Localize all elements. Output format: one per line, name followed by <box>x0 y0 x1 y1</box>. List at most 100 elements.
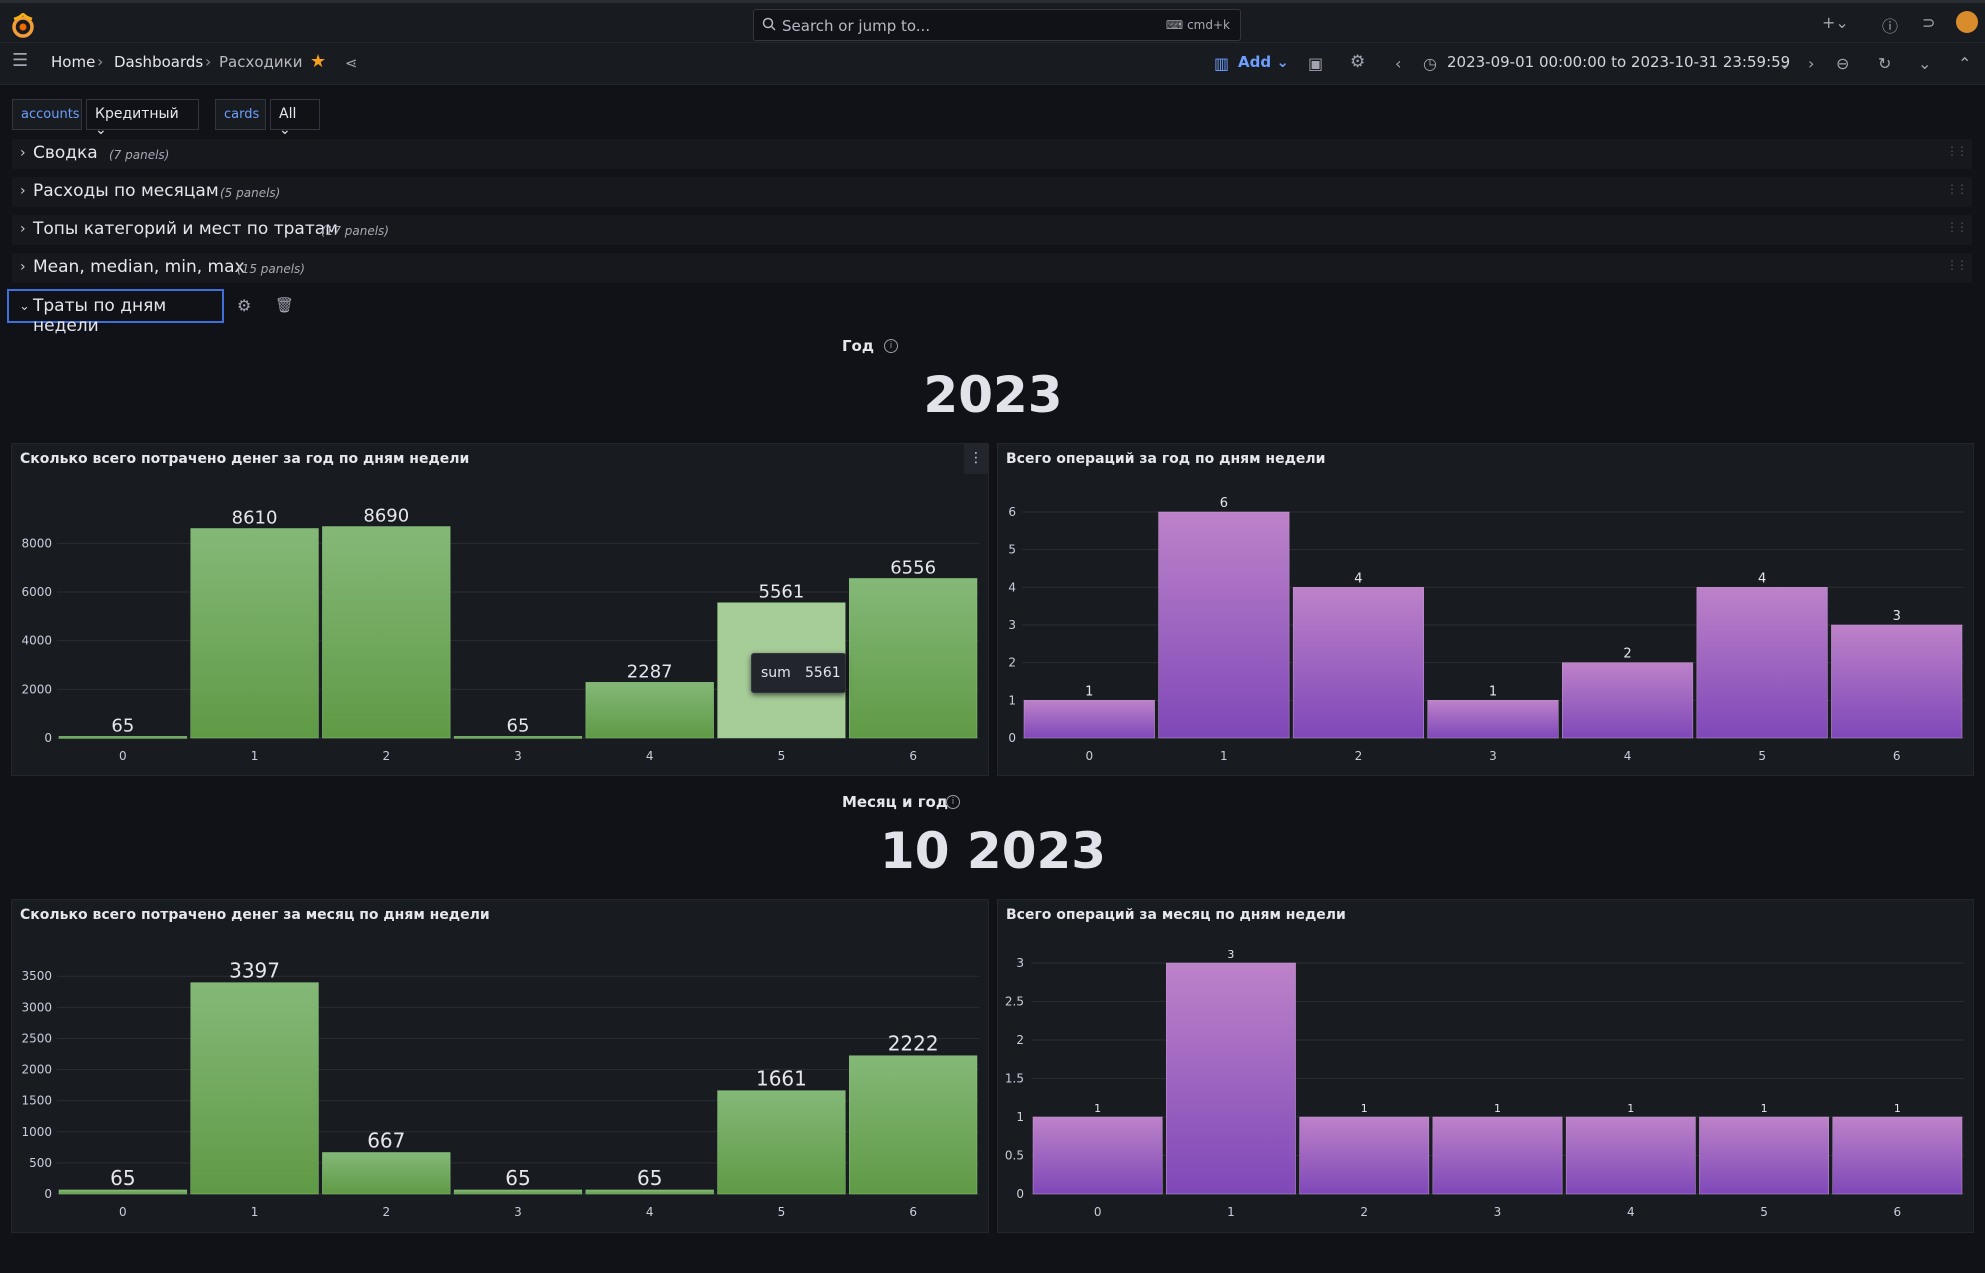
x-tick-label: 3 <box>1489 749 1497 763</box>
settings-gear-icon[interactable]: ⚙ <box>1350 52 1365 72</box>
stat-year-title: Год <box>842 337 874 355</box>
y-tick-label: 0 <box>1008 731 1016 745</box>
data-label: 2222 <box>888 1032 939 1056</box>
x-tick-label: 0 <box>119 749 127 763</box>
bar <box>1166 962 1296 1195</box>
y-tick-label: 2 <box>1016 1033 1024 1047</box>
time-range-picker[interactable]: 2023-09-01 00:00:00 to 2023-10-31 23:59:… <box>1447 53 1790 71</box>
data-label: 3397 <box>229 959 280 983</box>
clock-icon: ◷ <box>1423 54 1437 73</box>
variable-accounts-label: accounts <box>12 99 82 130</box>
data-label: 1 <box>1361 1102 1368 1115</box>
news-feed-icon[interactable]: ⊃ <box>1922 13 1935 32</box>
chevron-down-icon[interactable]: ⌄ <box>1778 54 1791 73</box>
panel-month-count-by-weekday[interactable]: Всего операций за месяц по дням недели 0… <box>997 899 1974 1233</box>
x-tick-label: 6 <box>1894 1205 1902 1219</box>
bar <box>190 982 319 1195</box>
drag-handle-icon[interactable]: ⋮⋮ <box>1946 220 1968 234</box>
x-tick-label: 6 <box>909 1205 917 1219</box>
collapse-chevron-up-icon[interactable]: ⌃ <box>1958 54 1971 73</box>
y-tick-label: 0.5 <box>1005 1149 1024 1163</box>
data-label: 3 <box>1893 609 1901 624</box>
breadcrumb-current: Расходики <box>219 53 303 71</box>
row-title: Mean, median, min, max <box>33 257 245 277</box>
panel-year-sum-by-weekday[interactable]: Сколько всего потрачено денег за год по … <box>11 443 989 776</box>
data-label: 2 <box>1623 647 1631 662</box>
breadcrumb-dashboards[interactable]: Dashboards <box>114 53 203 71</box>
help-icon[interactable]: ⓘ <box>1882 13 1898 37</box>
row-title: Траты по дням недели <box>33 296 167 336</box>
x-tick-label: 5 <box>778 749 786 763</box>
data-label: 4 <box>1758 571 1766 586</box>
info-icon[interactable]: i <box>884 339 898 353</box>
drag-handle-icon[interactable]: ⋮⋮ <box>1946 144 1968 158</box>
breadcrumb-home[interactable]: Home <box>51 53 95 71</box>
bar <box>1023 700 1155 739</box>
x-tick-label: 1 <box>1227 1205 1235 1219</box>
x-tick-label: 6 <box>909 749 917 763</box>
time-back-icon[interactable]: ‹ <box>1395 54 1401 73</box>
x-tick-label: 4 <box>1624 749 1632 763</box>
time-forward-icon[interactable]: › <box>1808 54 1814 73</box>
row-panel-count: (17 panels) <box>321 224 389 238</box>
y-tick-label: 1500 <box>21 1094 52 1108</box>
new-plus-icon[interactable]: +⌄ <box>1822 13 1849 32</box>
y-tick-label: 2 <box>1008 656 1016 670</box>
row-delete-trash-icon[interactable]: 🗑 <box>275 296 294 314</box>
variable-cards-select[interactable]: All ⌄ <box>270 99 320 138</box>
add-button[interactable]: Add ⌄ <box>1238 53 1289 71</box>
x-tick-label: 5 <box>778 1205 786 1219</box>
y-tick-label: 5 <box>1008 543 1016 557</box>
star-icon[interactable]: ★ <box>310 51 326 72</box>
search-bar[interactable]: Search or jump to... ⌨ cmd+k <box>753 9 1241 41</box>
row-monthly-expenses[interactable]: › Расходы по месяцам (5 panels) ⋮⋮ <box>12 177 1972 207</box>
drag-handle-icon[interactable]: ⋮⋮ <box>1946 258 1968 272</box>
data-label: 65 <box>505 1166 530 1190</box>
row-settings-gear-icon[interactable]: ⚙ <box>237 296 251 315</box>
refresh-interval-chevron-icon[interactable]: ⌄ <box>1918 54 1931 73</box>
info-icon[interactable]: i <box>946 795 960 809</box>
row-mean-median[interactable]: › Mean, median, min, max (15 panels) ⋮⋮ <box>12 253 1972 283</box>
bar <box>322 526 451 739</box>
refresh-icon[interactable]: ↻ <box>1878 54 1891 73</box>
panel-year-count-by-weekday[interactable]: Всего операций за год по дням недели 012… <box>997 443 1974 776</box>
data-label: 65 <box>637 1166 662 1190</box>
stat-month-title: Месяц и год <box>842 793 948 811</box>
row-title: Расходы по месяцам <box>33 181 219 201</box>
y-tick-label: 2.5 <box>1005 995 1024 1009</box>
variable-accounts-select[interactable]: Кредитный ⌄ <box>86 99 199 138</box>
y-tick-label: 2500 <box>21 1031 52 1045</box>
bar <box>585 682 714 739</box>
share-icon[interactable]: ⋖ <box>345 54 358 72</box>
bar <box>717 1090 846 1195</box>
data-label: 6556 <box>890 557 936 578</box>
keyboard-icon: ⌨ <box>1165 18 1184 32</box>
row-weekday-spending[interactable]: ⌄ Траты по дням недели <box>7 289 224 336</box>
drag-handle-icon[interactable]: ⋮⋮ <box>1946 182 1968 196</box>
menu-hamburger-icon[interactable]: ☰ <box>12 50 28 71</box>
tooltip-key: sum <box>761 665 791 681</box>
x-tick-label: 4 <box>646 1205 654 1219</box>
chart-year-count: 0 1 2 3 4 5 6 1 0 6 1 4 2 1 3 2 4 4 5 3 6 <box>1008 496 1964 763</box>
row-top-categories[interactable]: › Топы категорий и мест по тратам (17 pa… <box>12 215 1972 245</box>
user-avatar[interactable] <box>1956 11 1978 33</box>
chevron-down-icon: ⌄ <box>19 299 30 314</box>
chevron-right-icon: › <box>20 145 26 161</box>
data-label: 6 <box>1220 496 1228 511</box>
data-label: 65 <box>111 715 134 736</box>
x-tick-label: 3 <box>1494 1205 1502 1219</box>
save-icon[interactable]: ▣ <box>1308 54 1323 73</box>
x-tick-label: 2 <box>1355 749 1363 763</box>
tooltip-value: 5561 <box>805 665 841 681</box>
zoom-out-icon[interactable]: ⊖ <box>1836 54 1849 73</box>
y-tick-label: 0 <box>1016 1187 1024 1201</box>
row-summary[interactable]: › Сводка (7 panels) ⋮⋮ <box>12 139 1972 169</box>
y-tick-label: 8000 <box>21 536 52 550</box>
search-shortcut: ⌨ cmd+k <box>1166 18 1230 32</box>
panel-month-sum-by-weekday[interactable]: Сколько всего потрачено денег за месяц п… <box>11 899 989 1233</box>
x-tick-label: 4 <box>646 749 654 763</box>
grafana-logo-icon[interactable] <box>10 13 36 39</box>
x-tick-label: 1 <box>1220 749 1228 763</box>
bar <box>1032 1116 1163 1195</box>
variable-cards-label: cards <box>215 99 266 130</box>
